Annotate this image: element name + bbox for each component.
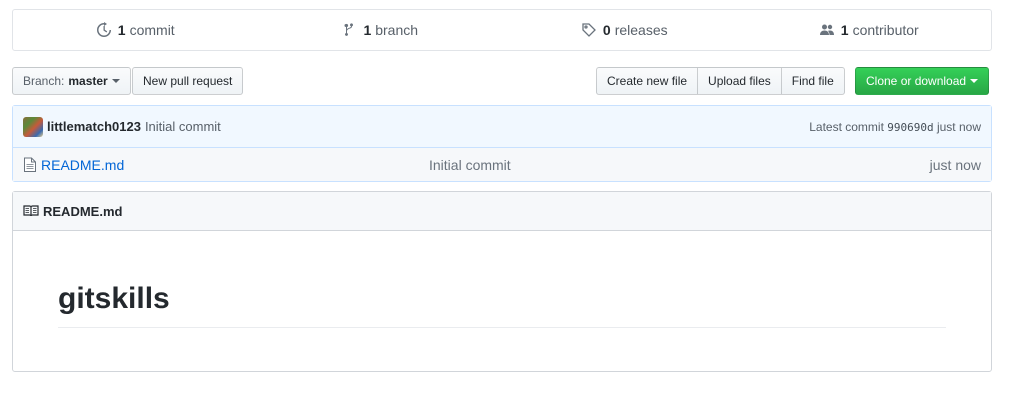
latest-commit-label: Latest commit [809,119,884,134]
caret-down-icon [111,79,120,83]
branch-name: master [68,74,108,88]
readme-filename: README.md [43,203,123,219]
new-pull-request-button[interactable]: New pull request [132,67,244,95]
clone-or-download-button[interactable]: Clone or download [855,67,990,95]
branches-link[interactable]: 1 branch [258,10,503,50]
readme-header: README.md [13,192,991,231]
file-list: littlematch0123 Initial commit Latest co… [12,105,992,182]
branches-count: 1 [363,22,372,38]
tag-icon [582,23,596,37]
readme-body: gitskills [13,281,991,328]
commit-tease: littlematch0123 Initial commit Latest co… [13,106,991,148]
commit-message-link[interactable]: Initial commit [145,119,221,134]
file-age: just now [929,156,981,173]
branches-label: branch [375,22,419,38]
people-icon [819,24,834,35]
commit-sha-link[interactable]: 990690d [887,121,933,134]
releases-count: 0 [602,22,611,38]
create-new-file-button[interactable]: Create new file [596,67,699,95]
releases-link[interactable]: 0 releases [502,10,747,50]
commits-label: commit [129,22,175,38]
clone-label: Clone or download [866,74,967,88]
history-icon [96,22,111,37]
latest-commit: Latest commit 990690d just now [809,120,981,134]
commit-author-link[interactable]: littlematch0123 [47,119,141,134]
branch-select-button[interactable]: Branch: master [12,67,131,95]
contributors-label: contributor [852,22,919,38]
file-icon [24,157,36,172]
commit-age: just now [936,119,981,134]
numbers-summary: 1 commit 1 branch 0 releases 1 contribut… [12,9,992,51]
contributors-link[interactable]: 1 contributor [747,10,992,50]
readme-panel: README.md gitskills [12,191,992,372]
upload-files-button[interactable]: Upload files [697,67,782,95]
avatar[interactable] [23,116,43,137]
book-icon [23,205,39,217]
file-actions-group: Create new file Upload files Find file [596,67,845,95]
branch-icon [344,23,354,36]
find-file-button[interactable]: Find file [780,67,845,95]
file-name-link[interactable]: README.md [41,157,124,173]
contributors-count: 1 [840,22,849,38]
table-row: README.md Initial commit just now [13,148,991,181]
commits-count: 1 [117,22,126,38]
caret-down-icon [970,79,979,83]
releases-label: releases [614,22,668,38]
file-commit-message-link[interactable]: Initial commit [429,157,511,173]
branch-prefix: Branch: [23,74,65,88]
commits-link[interactable]: 1 commit [13,10,258,50]
readme-heading: gitskills [58,281,946,328]
